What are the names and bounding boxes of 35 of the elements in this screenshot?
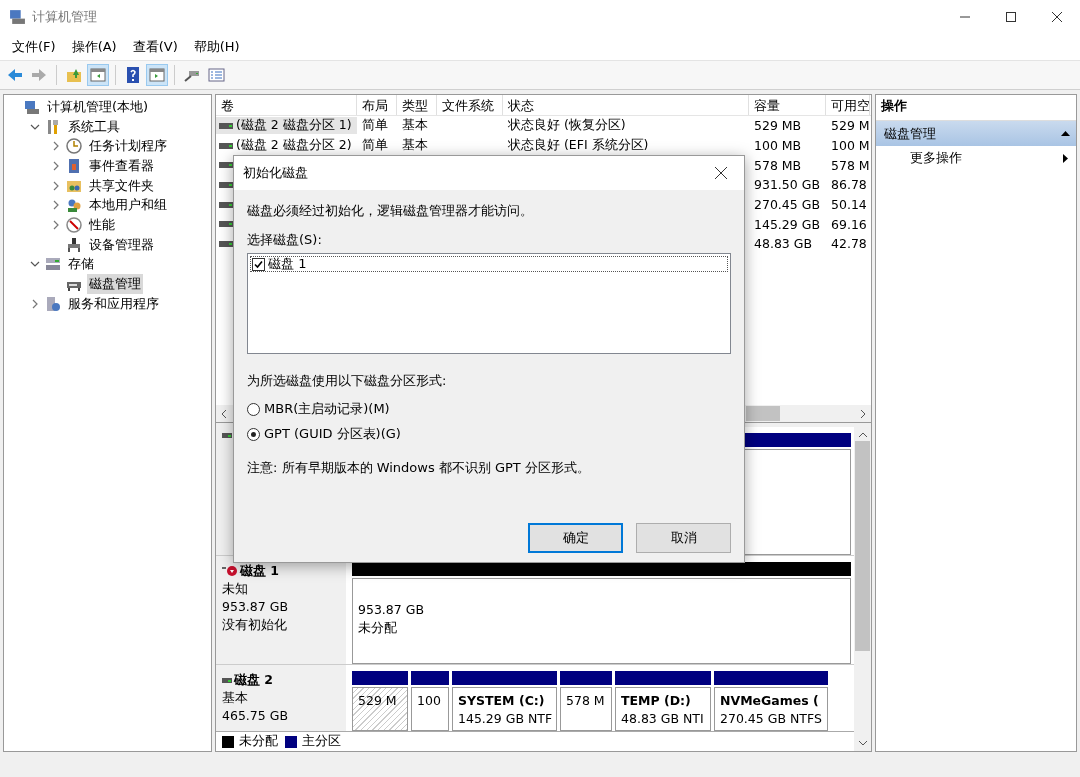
- table-cell: 578 M: [831, 157, 870, 173]
- table-cell: 529 MB: [754, 118, 802, 134]
- table-cell: 270.45 GB: [754, 197, 820, 213]
- table-cell: 100 M: [831, 138, 870, 154]
- table-cell: 基本: [402, 137, 428, 153]
- disk-name: 磁盘 1: [240, 562, 280, 580]
- legend-label: 未分配: [239, 733, 278, 750]
- list-label: 选择磁盘(S):: [247, 232, 322, 247]
- group-label: 为所选磁盘使用以下磁盘分区形式:: [247, 373, 447, 388]
- disk-info: 基本: [222, 690, 248, 705]
- table-cell: 状态良好 (恢复分区): [508, 117, 626, 133]
- window-title: 计算机管理: [32, 7, 98, 26]
- table-cell: 基本: [402, 117, 428, 133]
- dialog-title: 初始化磁盘: [243, 164, 308, 182]
- disk-name: 磁盘 2: [234, 671, 274, 689]
- dialog-message: 磁盘必须经过初始化，逻辑磁盘管理器才能访问。: [247, 203, 533, 218]
- disk-info: 465.75 GB: [222, 708, 288, 723]
- disk-info: 没有初始化: [222, 617, 287, 632]
- table-cell: 50.14: [831, 197, 867, 213]
- legend-label: 主分区: [302, 733, 341, 750]
- table-cell: 简单: [362, 137, 388, 153]
- table-cell: 100 MB: [754, 138, 802, 154]
- table-cell: 86.78: [831, 177, 867, 193]
- table-cell: 529 M: [831, 118, 870, 134]
- table-cell: 简单: [362, 117, 388, 133]
- table-cell: 145.29 GB: [754, 216, 820, 232]
- note-text: 注意: 所有早期版本的 Windows 都不识别 GPT 分区形式。: [247, 460, 590, 475]
- table-cell: 42.78: [831, 236, 867, 252]
- disk-info: 953.87 GB: [222, 599, 288, 614]
- table-cell: 69.16: [831, 216, 867, 232]
- disk-info: 未知: [222, 581, 248, 596]
- table-cell: 578 MB: [754, 157, 802, 173]
- table-cell: 931.50 GB: [754, 177, 820, 193]
- table-cell: 48.83 GB: [754, 236, 813, 252]
- table-cell: 状态良好 (EFI 系统分区): [508, 137, 649, 153]
